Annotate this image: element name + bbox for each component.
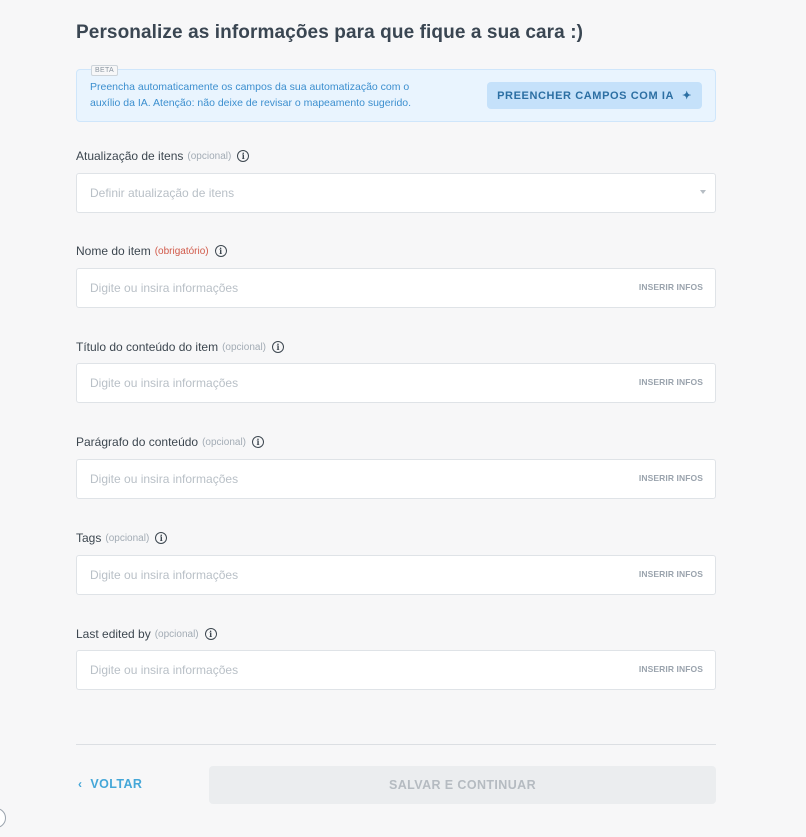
- optional-tag: (opcional): [202, 436, 247, 448]
- insert-info-button[interactable]: INSERIR INFOS: [639, 377, 703, 387]
- insert-info-button[interactable]: INSERIR INFOS: [639, 473, 703, 483]
- sparkle-icon: ✦: [682, 90, 692, 102]
- save-continue-button[interactable]: SALVAR E CONTINUAR: [209, 766, 716, 804]
- ai-autofill-banner: BETA Preencha automaticamente os campos …: [76, 65, 716, 122]
- beta-badge: BETA: [91, 65, 118, 76]
- info-icon[interactable]: i: [204, 628, 217, 640]
- page: Personalize as informações para que fiqu…: [0, 0, 806, 837]
- content-title-placeholder: Digite ou insira informações: [90, 376, 239, 390]
- back-button-label: VOLTAR: [90, 777, 143, 791]
- content-title-input[interactable]: Digite ou insira informações INSERIR INF…: [76, 363, 716, 403]
- required-tag: (obrigatório): [154, 245, 209, 257]
- item-update-label: Atualização de itens (opcional) i: [76, 149, 250, 163]
- last-edited-by-placeholder: Digite ou insira informações: [90, 663, 239, 677]
- ai-fill-fields-button[interactable]: PREENCHER CAMPOS COM IA ✦: [487, 82, 702, 109]
- last-edited-by-input[interactable]: Digite ou insira informações INSERIR INF…: [76, 650, 716, 690]
- content-title-label: Título do conteúdo do item (opcional) i: [76, 340, 285, 354]
- content-paragraph-label-text: Parágrafo do conteúdo: [76, 435, 199, 449]
- info-icon[interactable]: i: [155, 532, 168, 544]
- insert-info-button[interactable]: INSERIR INFOS: [639, 282, 703, 292]
- tags-label: Tags (opcional) i: [76, 531, 168, 545]
- optional-tag: (opcional): [105, 532, 150, 544]
- info-icon[interactable]: i: [214, 245, 227, 257]
- insert-info-button[interactable]: INSERIR INFOS: [639, 664, 703, 674]
- back-button[interactable]: ‹ VOLTAR: [78, 777, 142, 791]
- ai-banner-text-line2: auxílio da IA. Atenção: não deixe de rev…: [90, 96, 412, 109]
- insert-info-button[interactable]: INSERIR INFOS: [639, 569, 703, 579]
- info-icon[interactable]: i: [237, 150, 250, 162]
- item-name-label-text: Nome do item: [76, 244, 151, 258]
- item-name-label: Nome do item (obrigatório) i: [76, 244, 227, 258]
- last-edited-by-label-text: Last edited by: [76, 627, 151, 641]
- item-name-input[interactable]: Digite ou insira informações INSERIR INF…: [76, 268, 716, 308]
- content-paragraph-label: Parágrafo do conteúdo (opcional) i: [76, 435, 265, 449]
- item-update-placeholder: Definir atualização de itens: [90, 186, 235, 200]
- content-paragraph-placeholder: Digite ou insira informações: [90, 472, 239, 486]
- item-update-select[interactable]: Definir atualização de itens: [76, 173, 716, 213]
- info-icon[interactable]: i: [252, 436, 265, 448]
- tags-input[interactable]: Digite ou insira informações INSERIR INF…: [76, 555, 716, 595]
- info-icon[interactable]: i: [272, 341, 285, 353]
- content-paragraph-input[interactable]: Digite ou insira informações INSERIR INF…: [76, 459, 716, 499]
- chevron-down-icon[interactable]: [700, 190, 706, 194]
- optional-tag: (opcional): [154, 628, 199, 640]
- last-edited-by-label: Last edited by (opcional) i: [76, 627, 217, 641]
- item-update-label-text: Atualização de itens: [76, 149, 184, 163]
- ai-banner-text: Preencha automaticamente os campos da su…: [90, 80, 460, 111]
- optional-tag: (opcional): [187, 150, 232, 162]
- page-title: Personalize as informações para que fiqu…: [76, 22, 584, 43]
- ai-fill-fields-label: PREENCHER CAMPOS COM IA: [497, 89, 675, 102]
- help-widget-icon[interactable]: [0, 808, 6, 828]
- ai-banner-text-line1: Preencha automaticamente os campos da su…: [90, 81, 410, 93]
- item-name-placeholder: Digite ou insira informações: [90, 281, 239, 295]
- chevron-left-icon: ‹: [78, 777, 83, 791]
- content-title-label-text: Título do conteúdo do item: [76, 340, 219, 354]
- tags-placeholder: Digite ou insira informações: [90, 568, 239, 582]
- optional-tag: (opcional): [222, 341, 267, 353]
- footer-divider: [76, 744, 716, 745]
- tags-label-text: Tags: [76, 531, 102, 545]
